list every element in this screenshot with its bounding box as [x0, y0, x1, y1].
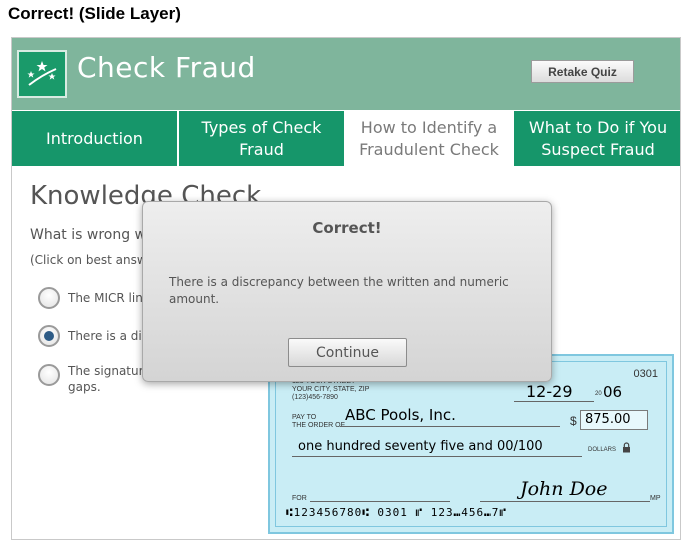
- option-label: The MICR lin: [68, 291, 143, 305]
- dialog-message: There is a discrepancy between the writt…: [169, 275, 509, 306]
- year-prefix: 20: [595, 391, 602, 397]
- tab-label-line1: What to Do if You: [528, 117, 668, 137]
- written-amount: one hundred seventy five and 00/100: [298, 439, 543, 454]
- lock-icon: [623, 442, 630, 453]
- tab-label-line1: How to Identify a: [360, 117, 498, 137]
- option-label: There is a di: [68, 329, 142, 343]
- instruction-text: (Click on best answ: [30, 253, 147, 267]
- tab-how-to-identify[interactable]: How to Identify a Fraudulent Check: [346, 111, 512, 166]
- retake-quiz-button[interactable]: Retake Quiz: [531, 60, 634, 83]
- tab-types-of-check-fraud[interactable]: Types of Check Fraud: [179, 111, 344, 166]
- payee-line: [340, 426, 560, 427]
- dollars-label: DOLLARS: [588, 447, 617, 453]
- course-player: Check Fraud Retake Quiz Introduction Typ…: [11, 37, 681, 540]
- check-date: 12-29: [526, 382, 573, 401]
- mp-label: MP: [650, 495, 661, 502]
- check-number: 0301: [633, 368, 658, 380]
- memo-line: [310, 501, 450, 502]
- tab-label-line1: Types of Check: [201, 117, 322, 137]
- dollar-sign: $: [570, 414, 577, 428]
- check-year: 06: [603, 383, 623, 401]
- tab-label-line1: Introduction: [46, 128, 143, 148]
- question-text: What is wrong w: [30, 227, 146, 243]
- answer-option-2[interactable]: There is a di: [38, 325, 142, 347]
- radio-button[interactable]: [38, 287, 60, 309]
- answer-option-3[interactable]: The signatur gaps.: [38, 360, 144, 395]
- continue-button[interactable]: Continue: [288, 338, 407, 367]
- date-line: [514, 401, 594, 402]
- check-signature: John Doe: [520, 478, 608, 500]
- course-title: Check Fraud: [77, 51, 256, 84]
- written-amount-line: [292, 456, 582, 457]
- check-payee: ABC Pools, Inc.: [345, 406, 456, 424]
- option-label: The signatur gaps.: [68, 364, 144, 394]
- page-caption: Correct! (Slide Layer): [8, 4, 181, 23]
- course-header: Check Fraud Retake Quiz: [12, 38, 680, 110]
- feedback-dialog: Correct! There is a discrepancy between …: [142, 201, 552, 382]
- micr-line: ⑆123456780⑆ 0301 ⑈ 123⑉456⑉7⑈: [286, 506, 507, 519]
- answer-option-1[interactable]: The MICR lin: [38, 287, 143, 309]
- tab-label-line2: Fraud: [239, 139, 284, 159]
- dialog-title: Correct!: [312, 219, 382, 237]
- tab-what-to-do[interactable]: What to Do if You Suspect Fraud: [514, 111, 680, 166]
- tab-label-line2: Fraudulent Check: [359, 139, 499, 159]
- pay-to-label: PAY TO THE ORDER OF: [292, 414, 345, 429]
- tab-introduction[interactable]: Introduction: [12, 111, 177, 166]
- nav-tabs: Introduction Types of Check Fraud How to…: [12, 111, 680, 166]
- for-label: FOR: [292, 495, 307, 502]
- numeric-amount: 875.00: [580, 410, 648, 430]
- tab-label-line2: Suspect Fraud: [541, 139, 655, 159]
- stars-logo-icon: [17, 50, 67, 98]
- radio-button-selected[interactable]: [38, 325, 60, 347]
- signature-line: [480, 501, 650, 502]
- radio-button[interactable]: [38, 364, 60, 386]
